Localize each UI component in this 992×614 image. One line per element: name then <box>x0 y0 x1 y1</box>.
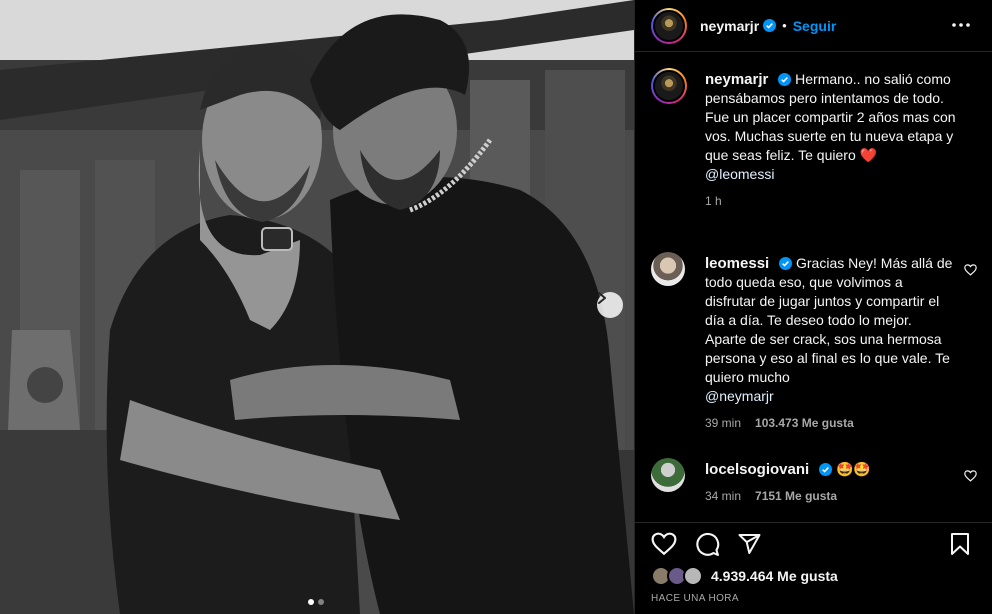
header-separator: • <box>782 18 787 33</box>
carousel-dot-active <box>308 599 314 605</box>
verified-badge-icon <box>819 463 833 476</box>
carousel-indicator <box>308 599 324 605</box>
like-heart-icon[interactable] <box>651 532 677 556</box>
liker-avatars <box>651 566 709 586</box>
verified-badge-icon <box>763 19 777 32</box>
comment-timestamp[interactable]: 34 min <box>705 487 741 506</box>
comment-item: locelsogiovani 🤩🤩 34 min 7151 Me gusta <box>651 458 977 518</box>
post-actions: 4.939.464 Me gusta HACE UNA HORA <box>635 522 992 614</box>
comment-likes-count[interactable]: 103.473 Me gusta <box>755 414 854 433</box>
comment-likes-count[interactable]: 7151 Me gusta <box>755 487 837 506</box>
author-avatar[interactable] <box>651 7 687 44</box>
comment-bubble-icon[interactable] <box>695 532 720 557</box>
verified-badge-icon <box>778 73 792 86</box>
post-timestamp[interactable]: HACE UNA HORA <box>651 593 739 604</box>
post-photo-illustration <box>0 0 634 614</box>
like-comment-heart-icon[interactable] <box>964 264 977 276</box>
caption-timestamp[interactable]: 1 h <box>705 192 722 211</box>
caption-mention-link[interactable]: @leomessi <box>705 166 774 182</box>
comments-section[interactable]: neymarjr Hermano.. no salió como pensába… <box>635 52 992 522</box>
carousel-dot <box>318 599 324 605</box>
verified-badge-icon <box>779 257 793 270</box>
comment-username[interactable]: leomessi <box>705 255 769 272</box>
comment-text: 🤩🤩 <box>835 461 871 477</box>
likes-summary[interactable]: 4.939.464 Me gusta <box>651 566 838 586</box>
comment-author-avatar[interactable] <box>651 252 685 286</box>
share-send-icon[interactable] <box>737 532 762 556</box>
chevron-right-icon <box>598 292 606 304</box>
like-comment-heart-icon[interactable] <box>964 470 977 482</box>
post-photo[interactable] <box>0 0 634 614</box>
caption-username[interactable]: neymarjr <box>705 71 768 88</box>
more-options-icon[interactable] <box>951 15 971 35</box>
post-sidebar: neymarjr • Seguir neymarjr Hermano.. no … <box>634 0 992 614</box>
follow-button[interactable]: Seguir <box>793 18 837 34</box>
post-caption: neymarjr Hermano.. no salió como pensába… <box>651 68 977 238</box>
likes-count[interactable]: 4.939.464 Me gusta <box>711 568 838 584</box>
comment-item: leomessi Gracias Ney! Más allá de todo q… <box>651 252 977 442</box>
red-heart-emoji: ❤️ <box>859 147 878 163</box>
comment-timestamp[interactable]: 39 min <box>705 414 741 433</box>
carousel-next-button[interactable] <box>597 292 623 318</box>
author-username[interactable]: neymarjr <box>700 18 759 34</box>
comment-mention-link[interactable]: @neymarjr <box>705 388 774 404</box>
comment-text: Gracias Ney! Más allá de todo queda eso,… <box>705 255 953 385</box>
liker-avatar <box>683 566 703 586</box>
save-bookmark-icon[interactable] <box>949 532 971 556</box>
comment-author-avatar[interactable] <box>651 458 685 492</box>
caption-author-avatar[interactable] <box>651 68 687 104</box>
post-header: neymarjr • Seguir <box>635 0 992 52</box>
comment-username[interactable]: locelsogiovani <box>705 461 809 478</box>
